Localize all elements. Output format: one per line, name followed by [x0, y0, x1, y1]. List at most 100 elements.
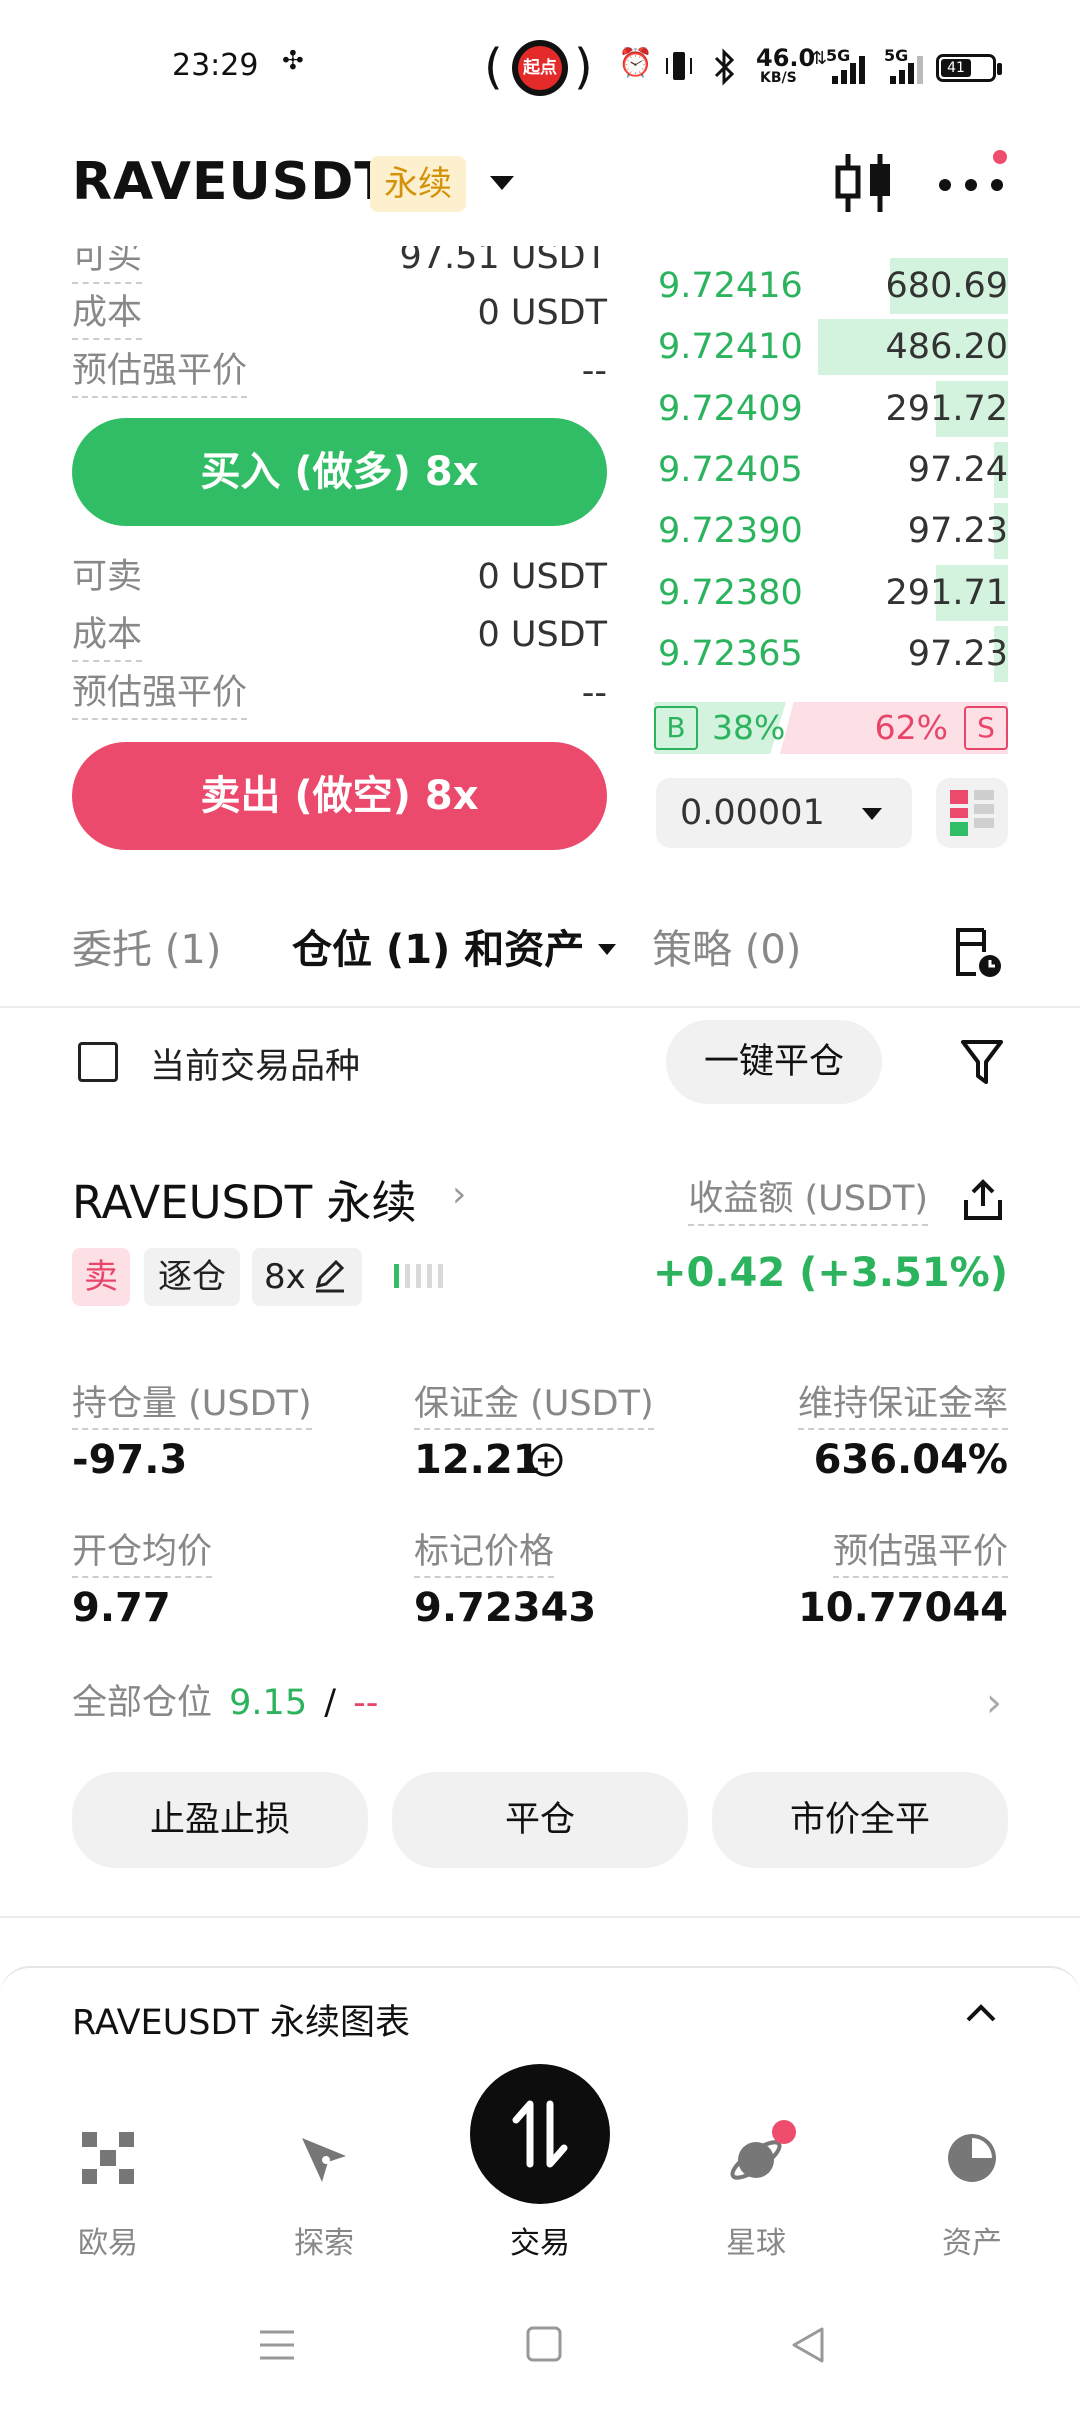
orderbook-bid-row[interactable]: 9.72416 680.69 — [650, 258, 1008, 314]
position-chevron-icon[interactable]: › — [452, 1174, 466, 1215]
recording-pill[interactable]: ( 起点 ) — [484, 38, 593, 96]
buy-cost-row: 成本 0 USDT — [72, 288, 607, 344]
tabs-divider — [0, 1006, 1080, 1008]
margin-label[interactable]: 保证金 (USDT) — [414, 1380, 654, 1430]
order-history-icon[interactable] — [954, 924, 1004, 980]
price-precision-select[interactable]: 0.00001 — [656, 778, 912, 848]
buy-long-button[interactable]: 买入 (做多) 8x — [72, 418, 607, 526]
nav-planet[interactable]: 星球 — [666, 2120, 846, 2261]
entry-price-label[interactable]: 开仓均价 — [72, 1528, 213, 1578]
orderbook-bid-row[interactable]: 9.72390 97.23 — [650, 503, 1008, 560]
orderbook-bid-row[interactable]: 9.72410 486.20 — [650, 319, 1008, 376]
liq-price-label[interactable]: 预估强平价 — [832, 1528, 1008, 1578]
mark-price-value: 9.72343 — [414, 1585, 597, 1631]
current-instrument-label[interactable]: 当前交易品种 — [150, 1038, 360, 1089]
explore-compass-icon — [302, 2138, 346, 2182]
size-label[interactable]: 持仓量 (USDT) — [72, 1380, 312, 1430]
bid-quantity: 97.23 — [907, 633, 1008, 674]
orderbook-layout-icon[interactable] — [936, 778, 1008, 848]
orderbook-bid-row[interactable]: 9.72405 97.24 — [650, 441, 1008, 498]
tab-positions[interactable]: 仓位 (1) 和资产 — [292, 920, 584, 980]
battery-level: 41 — [941, 59, 971, 77]
bid-price: 9.72380 — [658, 572, 803, 613]
nav-assets[interactable]: 资产 — [882, 2120, 1062, 2261]
okx-logo-icon — [82, 2132, 134, 2184]
nav-explore-label: 探索 — [294, 2226, 354, 2261]
sell-available-value: 0 USDT — [477, 557, 607, 597]
sell-short-button[interactable]: 卖出 (做空) 8x — [72, 742, 607, 850]
positions-dropdown-icon[interactable] — [598, 944, 616, 955]
mark-price-label[interactable]: 标记价格 — [414, 1528, 555, 1578]
filter-icon[interactable] — [960, 1038, 1004, 1086]
nav-trade[interactable]: 交易 — [450, 2120, 630, 2261]
planet-notification-dot — [772, 2120, 796, 2144]
buy-liq-row: 预估强平价 -- — [72, 346, 607, 402]
precision-value: 0.00001 — [680, 793, 825, 833]
side-tag-sell: 卖 — [72, 1248, 130, 1306]
bid-price: 9.72390 — [658, 511, 803, 552]
position-title[interactable]: RAVEUSDT 永续 — [72, 1166, 417, 1231]
sell-ratio-pct: 62% — [874, 708, 948, 747]
share-icon[interactable] — [962, 1178, 1004, 1222]
nav-trade-label: 交易 — [510, 2226, 570, 2261]
bluetooth-icon — [714, 48, 735, 86]
bid-price: 9.72416 — [658, 266, 803, 306]
sell-cost-row: 成本 0 USDT — [72, 610, 607, 666]
orderbook-bid-row[interactable]: 9.72409 291.72 — [650, 380, 1008, 437]
mmr-value: 636.04% — [813, 1437, 1008, 1483]
adl-indicator-icon — [394, 1264, 443, 1288]
menu-icon[interactable] — [258, 2328, 296, 2362]
buy-liq-value: -- — [581, 351, 607, 391]
bid-quantity: 97.23 — [907, 511, 1008, 552]
mmr-label[interactable]: 维持保证金率 — [797, 1380, 1008, 1430]
bid-price: 9.72405 — [658, 449, 803, 490]
notification-dot-display — [993, 150, 1007, 164]
current-instrument-checkbox[interactable] — [78, 1042, 118, 1082]
grid-notification-icon: ✣ — [282, 46, 304, 76]
bid-price: 9.72365 — [658, 633, 803, 674]
buy-cost-value: 0 USDT — [477, 293, 607, 333]
instrument-dropdown-caret — [490, 176, 514, 190]
chevron-up-icon[interactable] — [964, 2002, 998, 2024]
sell-ratio-tag: S — [964, 706, 1008, 750]
bid-quantity: 291.71 — [885, 572, 1008, 613]
all-positions-dash: -- — [353, 1683, 379, 1723]
pill-app-label: 起点 — [518, 46, 562, 90]
signal-icon-2 — [890, 56, 923, 84]
tab-orders[interactable]: 委托 (1) — [72, 920, 221, 980]
entry-price-value: 9.77 — [72, 1585, 171, 1631]
home-icon[interactable] — [526, 2326, 562, 2362]
close-all-button[interactable]: 一键平仓 — [666, 1020, 882, 1104]
buy-sell-ratio: B 38% 62% S — [654, 702, 1008, 754]
pnl-value: +0.42 (+3.51%) — [653, 1250, 1008, 1296]
nav-okx-label: 欧易 — [78, 2226, 138, 2261]
leverage-value: 8x — [264, 1257, 306, 1297]
tpsl-button[interactable]: 止盈止损 — [72, 1772, 368, 1868]
orderbook-bid-row[interactable]: 9.72365 97.23 — [650, 625, 1008, 682]
all-positions-label: 全部仓位 — [72, 1683, 213, 1723]
sell-liq-label[interactable]: 预估强平价 — [72, 668, 248, 720]
add-margin-icon[interactable] — [528, 1442, 564, 1478]
back-icon[interactable] — [790, 2326, 826, 2364]
sell-liq-value: -- — [581, 673, 607, 713]
bid-price: 9.72409 — [658, 388, 803, 429]
buy-liq-label[interactable]: 预估强平价 — [72, 346, 248, 398]
more-icon-display — [939, 179, 1003, 191]
market-close-all-button[interactable]: 市价全平 — [712, 1772, 1008, 1868]
pnl-label[interactable]: 收益额 (USDT) — [688, 1174, 928, 1226]
orderbook-bid-row[interactable]: 9.72380 291.71 — [650, 564, 1008, 621]
perpetual-badge-display: 永续 — [370, 156, 466, 212]
bid-quantity: 486.20 — [885, 327, 1008, 368]
all-positions-row[interactable]: 全部仓位 9.15 / -- › — [72, 1676, 1008, 1730]
data-arrows-icon: ⇅ — [812, 48, 828, 69]
nav-okx[interactable]: 欧易 — [18, 2120, 198, 2261]
close-position-button[interactable]: 平仓 — [392, 1772, 688, 1868]
tab-strategies[interactable]: 策略 (0) — [652, 920, 801, 980]
all-positions-chevron-icon: › — [986, 1680, 1002, 1726]
status-time: 23:29 — [172, 48, 259, 83]
margin-value: 12.21 — [414, 1437, 541, 1483]
signal-icon-1 — [832, 56, 865, 84]
nav-explore[interactable]: 探索 — [234, 2120, 414, 2261]
instrument-title-display: RAVEUSDT — [72, 152, 391, 212]
edit-leverage-icon[interactable] — [312, 1258, 348, 1294]
